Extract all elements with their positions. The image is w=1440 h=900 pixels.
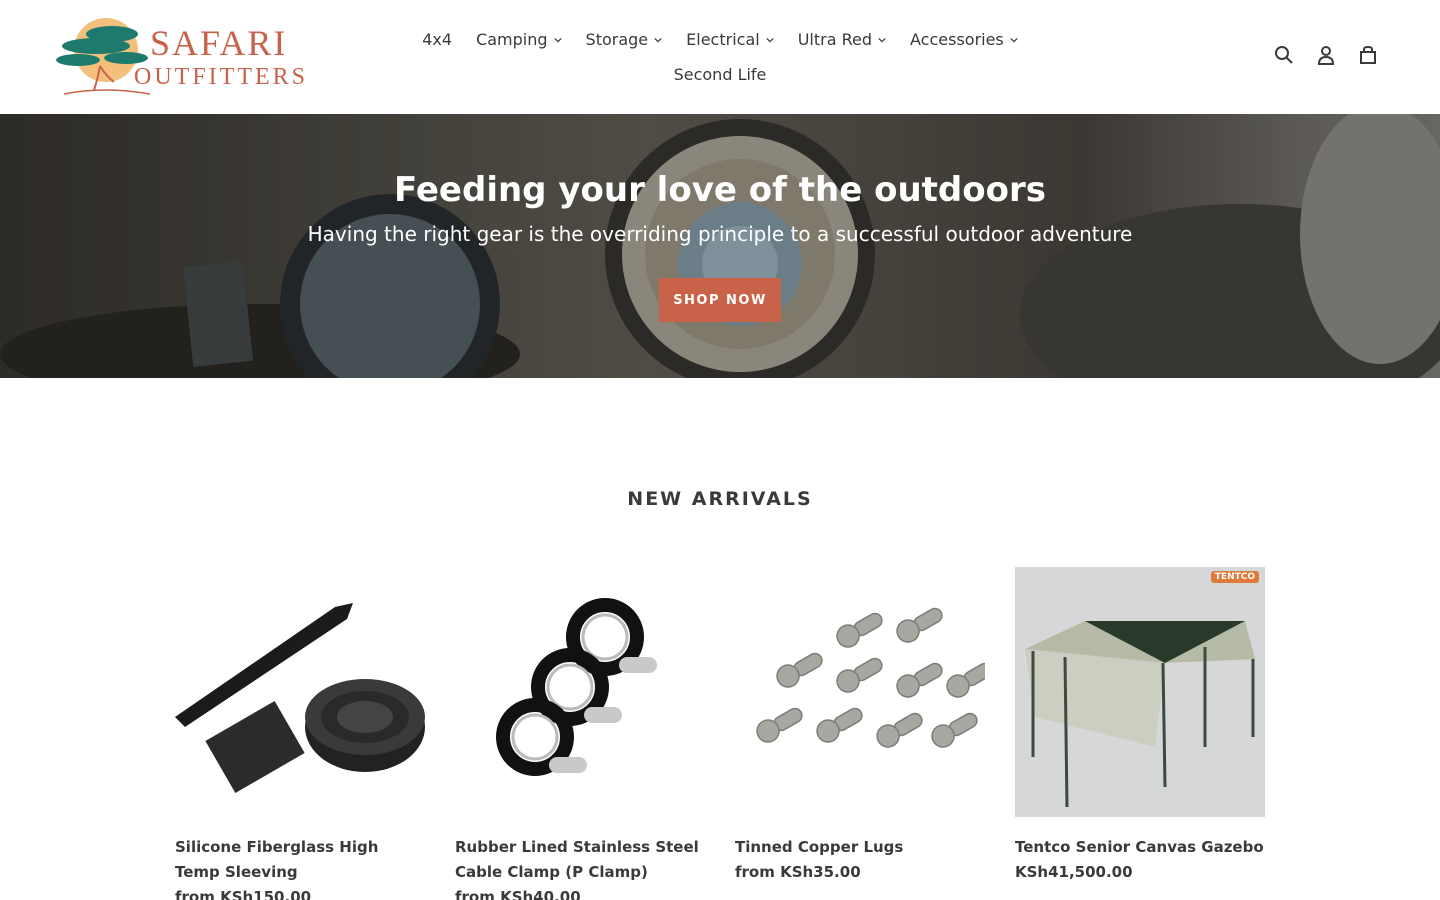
- site-header: SAFARI OUTFITTERS 4x4 Camping Storage El…: [0, 0, 1440, 114]
- chevron-down-icon: [878, 37, 886, 42]
- hero-subtitle: Having the right gear is the overriding …: [307, 222, 1133, 246]
- cart-icon[interactable]: [1358, 44, 1378, 66]
- nav-label: Ultra Red: [797, 30, 872, 49]
- product-price: from KSh150.00: [175, 888, 312, 900]
- tentco-badge: TENTCO: [1210, 571, 1259, 583]
- product-image[interactable]: [455, 567, 705, 817]
- product-card[interactable]: TENTCO Tentco Senior Canvas Gazebo KSh41…: [1015, 567, 1265, 900]
- product-card[interactable]: Rubber Lined Stainless Steel Cable Clamp…: [455, 567, 705, 900]
- product-price: KSh41,500.00: [1015, 863, 1133, 881]
- product-card[interactable]: Tinned Copper Lugs from KSh35.00: [735, 567, 985, 900]
- chevron-down-icon: [1010, 37, 1018, 42]
- nav-label: Second Life: [673, 65, 767, 84]
- site-logo[interactable]: SAFARI OUTFITTERS: [54, 16, 306, 98]
- section-title: NEW ARRIVALS: [627, 488, 813, 510]
- main-nav: 4x4 Camping Storage Electrical Ultra Red…: [420, 26, 1020, 88]
- nav-item-camping[interactable]: Camping: [464, 26, 573, 53]
- product-title[interactable]: Silicone Fiberglass High Temp Sleeving: [175, 835, 425, 885]
- header-icons: [1274, 44, 1378, 66]
- product-title[interactable]: Tinned Copper Lugs: [735, 835, 985, 860]
- nav-item-accessories[interactable]: Accessories: [898, 26, 1030, 53]
- account-icon[interactable]: [1316, 44, 1336, 66]
- nav-label: Storage: [585, 30, 649, 49]
- logo-text-safari: SAFARI: [150, 23, 288, 63]
- product-title[interactable]: Tentco Senior Canvas Gazebo: [1015, 835, 1265, 860]
- product-title[interactable]: Rubber Lined Stainless Steel Cable Clamp…: [455, 835, 705, 885]
- product-price: from KSh35.00: [735, 863, 861, 881]
- hero-overlay: [0, 114, 1440, 378]
- logo-text-outfitters: OUTFITTERS: [134, 64, 308, 90]
- chevron-down-icon: [553, 37, 562, 42]
- nav-item-4x4[interactable]: 4x4: [410, 26, 464, 53]
- nav-item-ultra-red[interactable]: Ultra Red: [786, 26, 898, 53]
- product-image[interactable]: [175, 567, 425, 817]
- nav-label: Electrical: [686, 30, 760, 49]
- nav-item-storage[interactable]: Storage: [574, 26, 675, 53]
- product-grid: Silicone Fiberglass High Temp Sleeving f…: [175, 567, 1265, 900]
- product-card[interactable]: Silicone Fiberglass High Temp Sleeving f…: [175, 567, 425, 900]
- nav-item-electrical[interactable]: Electrical: [674, 26, 786, 53]
- nav-row-1: 4x4 Camping Storage Electrical Ultra Red…: [420, 26, 1020, 53]
- nav-label: 4x4: [422, 30, 453, 49]
- hero-banner: Feeding your love of the outdoors Having…: [0, 114, 1440, 378]
- search-icon[interactable]: [1274, 44, 1294, 66]
- nav-item-second-life[interactable]: Second Life: [662, 61, 779, 88]
- chevron-down-icon: [766, 37, 774, 42]
- nav-row-2: Second Life: [420, 61, 1020, 88]
- nav-label: Accessories: [910, 30, 1004, 49]
- nav-label: Camping: [476, 30, 548, 49]
- product-image[interactable]: [735, 567, 985, 817]
- product-price: from KSh40.00: [455, 888, 581, 900]
- product-image[interactable]: TENTCO: [1015, 567, 1265, 817]
- shop-now-button[interactable]: SHOP NOW: [659, 278, 781, 322]
- hero-title: Feeding your love of the outdoors: [394, 170, 1046, 210]
- chevron-down-icon: [654, 37, 662, 42]
